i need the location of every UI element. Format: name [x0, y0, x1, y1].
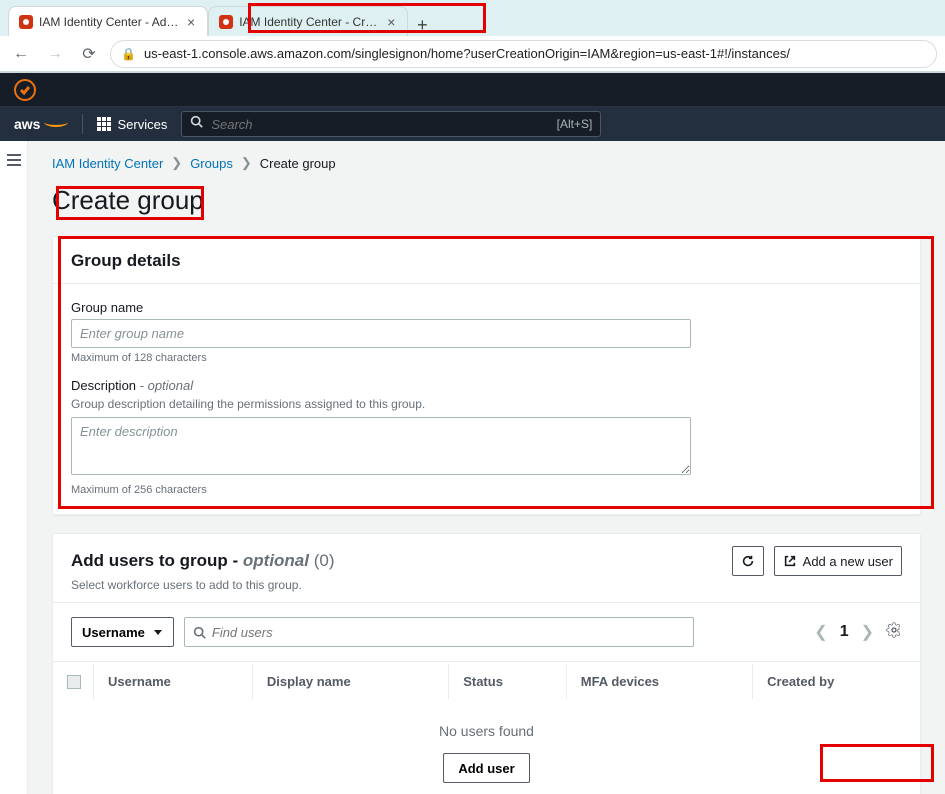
browser-tab-1[interactable]: IAM Identity Center - Add user - × — [8, 6, 208, 36]
col-created-by[interactable]: Created by — [755, 664, 918, 699]
description-input[interactable] — [71, 417, 691, 475]
check-circle-icon — [14, 79, 36, 101]
breadcrumb-groups[interactable]: Groups — [190, 156, 233, 171]
group-name-input[interactable] — [71, 319, 691, 348]
global-search[interactable]: [Alt+S] — [181, 111, 601, 137]
chevron-right-icon: ❯ — [241, 155, 252, 171]
col-username[interactable]: Username — [96, 664, 253, 699]
page-title: Create group — [52, 185, 921, 216]
aws-logo[interactable]: aws — [14, 116, 68, 132]
grid-icon — [97, 117, 111, 131]
aws-global-bar — [0, 73, 945, 107]
gear-icon[interactable] — [886, 622, 902, 643]
empty-message: No users found — [53, 723, 920, 739]
search-input[interactable] — [211, 117, 548, 132]
pagination: ❮ 1 ❯ — [814, 622, 902, 643]
breadcrumb: IAM Identity Center ❯ Groups ❯ Create gr… — [52, 155, 921, 171]
close-icon[interactable]: × — [185, 15, 197, 29]
new-tab-button[interactable]: + — [408, 15, 436, 36]
side-nav-toggle[interactable] — [0, 141, 28, 794]
lock-icon: 🔒 — [121, 47, 136, 61]
url-text: us-east-1.console.aws.amazon.com/singles… — [144, 46, 790, 61]
description-sublabel: Group description detailing the permissi… — [71, 397, 902, 411]
description-label: Description - optional — [71, 378, 902, 393]
tab-title: IAM Identity Center - Create gro — [239, 15, 379, 29]
services-label: Services — [117, 117, 167, 132]
forward-icon[interactable]: → — [42, 41, 68, 67]
filter-field-select[interactable]: Username — [71, 617, 174, 647]
group-name-hint: Maximum of 128 characters — [71, 352, 902, 364]
add-users-heading: Add users to group - optional (0) — [71, 551, 335, 571]
add-users-subdesc: Select workforce users to add to this gr… — [53, 576, 920, 603]
chevron-right-icon: ❯ — [171, 155, 182, 171]
next-page-icon[interactable]: ❯ — [861, 622, 874, 642]
browser-chrome: IAM Identity Center - Add user - × IAM I… — [0, 0, 945, 73]
description-hint: Maximum of 256 characters — [71, 484, 902, 496]
external-link-icon — [783, 554, 797, 568]
breadcrumb-leaf: Create group — [260, 156, 336, 171]
search-icon — [193, 626, 206, 639]
caret-down-icon — [153, 627, 163, 637]
empty-state: No users found Add user — [53, 701, 920, 794]
find-users-input[interactable] — [212, 625, 685, 640]
address-bar[interactable]: 🔒 us-east-1.console.aws.amazon.com/singl… — [110, 40, 937, 68]
col-status[interactable]: Status — [451, 664, 567, 699]
select-all-checkbox[interactable] — [67, 675, 81, 689]
group-name-label: Group name — [71, 300, 902, 315]
tab-strip: IAM Identity Center - Add user - × IAM I… — [0, 0, 945, 36]
aws-nav-bar: aws Services [Alt+S] — [0, 107, 945, 141]
col-mfa[interactable]: MFA devices — [569, 664, 753, 699]
browser-tab-2[interactable]: IAM Identity Center - Create gro × — [208, 6, 408, 36]
users-table: Username Display name Status MFA devices… — [53, 661, 920, 701]
tab-title: IAM Identity Center - Add user - — [39, 15, 179, 29]
back-icon[interactable]: ← — [8, 41, 34, 67]
divider — [82, 114, 83, 134]
search-shortcut: [Alt+S] — [557, 117, 593, 131]
col-display-name[interactable]: Display name — [255, 664, 449, 699]
add-users-panel: Add users to group - optional (0) Add a … — [52, 533, 921, 794]
close-icon[interactable]: × — [385, 15, 397, 29]
aws-favicon-icon — [219, 15, 233, 29]
breadcrumb-root[interactable]: IAM Identity Center — [52, 156, 163, 171]
add-new-user-button[interactable]: Add a new user — [774, 546, 902, 576]
prev-page-icon[interactable]: ❮ — [814, 622, 827, 642]
page-number: 1 — [840, 623, 849, 641]
browser-toolbar: ← → ⟳ 🔒 us-east-1.console.aws.amazon.com… — [0, 36, 945, 72]
search-icon — [190, 115, 203, 133]
aws-favicon-icon — [19, 15, 33, 29]
reload-icon[interactable]: ⟳ — [76, 41, 102, 67]
add-user-button[interactable]: Add user — [443, 753, 529, 783]
services-menu[interactable]: Services — [97, 117, 167, 132]
group-details-heading: Group details — [53, 237, 920, 284]
aws-swoosh-icon — [44, 117, 68, 127]
group-details-panel: Group details Group name Maximum of 128 … — [52, 236, 921, 515]
find-users-box[interactable] — [184, 617, 694, 647]
main-content: IAM Identity Center ❯ Groups ❯ Create gr… — [28, 141, 945, 794]
refresh-button[interactable] — [732, 546, 764, 576]
app-area: IAM Identity Center ❯ Groups ❯ Create gr… — [0, 141, 945, 794]
